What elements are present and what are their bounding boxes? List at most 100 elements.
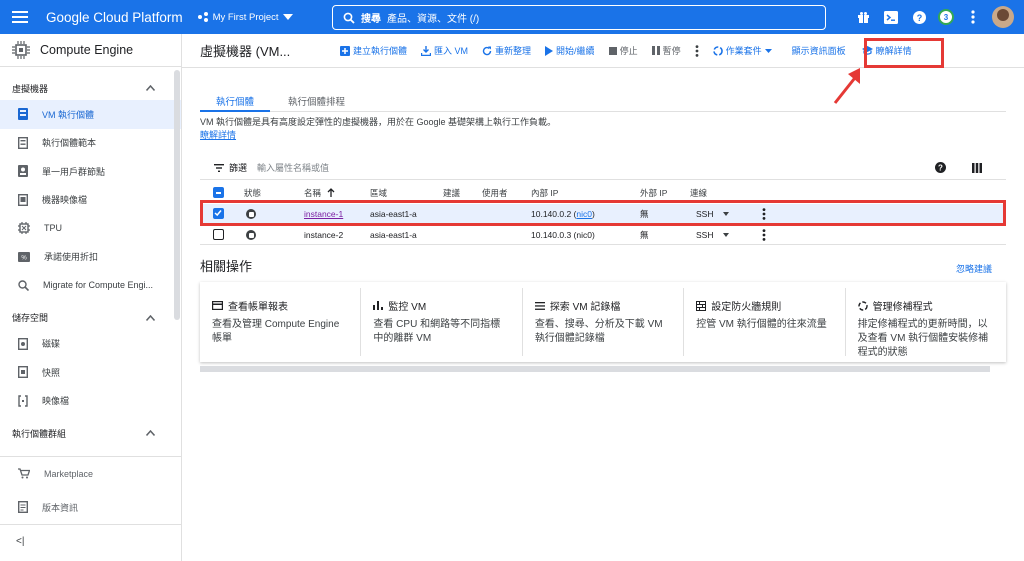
- stop-button[interactable]: 停止: [608, 44, 638, 57]
- ops-suite-menu[interactable]: 作業套件: [712, 44, 772, 57]
- header-name[interactable]: 名稱: [304, 187, 335, 199]
- sidebar-item-release-notes[interactable]: 版本資訊: [0, 490, 181, 524]
- collapse-sidebar-button[interactable]: <|: [0, 524, 181, 558]
- help-icon[interactable]: ?: [910, 8, 928, 26]
- sidebar-item-disks[interactable]: 磁碟: [0, 330, 181, 359]
- vm-instance-icon: [18, 108, 28, 121]
- tab-instances[interactable]: 執行個體: [216, 94, 254, 108]
- table-row[interactable]: instance-1 asia-east1-a 10.140.0.2 (nic0…: [200, 204, 1006, 224]
- more-vert-icon[interactable]: [964, 8, 982, 26]
- chevron-down-icon: [764, 48, 772, 53]
- product-title: Compute Engine: [40, 43, 134, 57]
- header-zone[interactable]: 區域: [370, 187, 387, 199]
- header-connect[interactable]: 連線: [690, 187, 707, 199]
- header-external-ip[interactable]: 外部 IP: [640, 187, 667, 199]
- status-stopped-icon: [246, 230, 256, 240]
- sidebar-item-migrate[interactable]: Migrate for Compute Engi...: [0, 271, 181, 300]
- sidebar-item-images[interactable]: 映像檔: [0, 387, 181, 416]
- header-status[interactable]: 狀態: [244, 187, 261, 199]
- horizontal-scrollbar[interactable]: [200, 366, 990, 372]
- header-used-by[interactable]: 使用者: [482, 187, 508, 199]
- sidebar-item-label: 快照: [42, 367, 61, 378]
- button-label: 暫停: [662, 46, 681, 56]
- sidebar-item-cud[interactable]: % 承諾使用折扣: [0, 243, 181, 272]
- header-internal-ip[interactable]: 內部 IP: [531, 187, 558, 199]
- import-vm-button[interactable]: 匯入 VM: [421, 44, 468, 57]
- section-instance-groups[interactable]: 執行個體群組: [0, 421, 181, 445]
- row-checkbox[interactable]: [213, 229, 224, 240]
- learn-more-link[interactable]: 瞭解詳情: [200, 130, 236, 140]
- hamburger-menu-icon[interactable]: [12, 11, 34, 23]
- card-logs[interactable]: 探索 VM 記錄檔 查看、搜尋、分析及下載 VM 執行個體記錄檔: [523, 288, 685, 356]
- section-storage[interactable]: 儲存空間: [0, 306, 181, 330]
- action-toolbar: 虛擬機器 (VM... 建立執行個體 匯入 VM 重新整理 開始/繼續 停止 暫…: [182, 34, 1024, 68]
- row-more-icon[interactable]: [762, 208, 766, 220]
- gift-icon[interactable]: [854, 8, 872, 26]
- ssh-dropdown-icon[interactable]: [723, 212, 729, 216]
- project-selector[interactable]: My First Project: [197, 11, 293, 23]
- select-all-checkbox[interactable]: [213, 187, 224, 198]
- image-icon: [18, 395, 28, 407]
- sidebar-item-label: TPU: [44, 223, 62, 234]
- sidebar-scrollbar[interactable]: [174, 70, 180, 320]
- start-resume-button[interactable]: 開始/繼續: [545, 44, 595, 57]
- instance-name-link[interactable]: instance-2: [304, 230, 343, 240]
- button-label: 匯入 VM: [434, 46, 469, 56]
- row-more-icon[interactable]: [762, 229, 766, 241]
- ssh-button[interactable]: SSH: [696, 209, 713, 219]
- sidebar-item-sole-tenant[interactable]: 單一用戶群節點: [0, 157, 181, 186]
- page-description: VM 執行個體是具有高度設定彈性的虛擬機器，用於在 Google 基礎架構上執行…: [200, 116, 560, 142]
- brand-title[interactable]: Google Cloud Platform: [46, 10, 183, 25]
- notification-badge[interactable]: 3: [938, 9, 954, 25]
- more-actions-button[interactable]: [695, 44, 699, 57]
- nic-link[interactable]: nic0: [576, 209, 592, 219]
- sidebar-item-snapshots[interactable]: 快照: [0, 358, 181, 387]
- sidebar-item-templates[interactable]: 執行個體範本: [0, 129, 181, 158]
- row-checkbox[interactable]: [213, 208, 224, 219]
- header-recommendation[interactable]: 建議: [443, 187, 460, 199]
- page-title: 虛擬機器 (VM...: [200, 44, 291, 59]
- sidebar-item-vm-instances[interactable]: VM 執行個體: [0, 100, 181, 129]
- button-label: 建立執行個體: [353, 46, 408, 56]
- card-patch[interactable]: 管理修補程式 排定修補程式的更新時間，以及查看 VM 執行個體安裝修補程式的狀態: [846, 288, 1006, 358]
- sidebar-item-marketplace[interactable]: Marketplace: [0, 456, 181, 490]
- ssh-button[interactable]: SSH: [696, 230, 713, 240]
- create-instance-button[interactable]: 建立執行個體: [340, 44, 407, 57]
- tab-instance-schedules[interactable]: 執行個體排程: [288, 94, 345, 108]
- suspend-button[interactable]: 暫停: [651, 44, 681, 57]
- cloud-shell-icon[interactable]: [882, 8, 900, 26]
- learn-more-button[interactable]: 瞭解詳情: [861, 44, 912, 57]
- button-label: 停止: [619, 46, 638, 56]
- ssh-dropdown-icon[interactable]: [723, 233, 729, 237]
- chevron-up-icon: [146, 430, 155, 436]
- pause-icon: [651, 46, 660, 55]
- sidebar-item-label: 執行個體範本: [42, 138, 97, 149]
- disk-icon: [18, 337, 28, 350]
- collapse-icon: <|: [16, 536, 25, 547]
- card-billing[interactable]: 查看帳單報表 查看及管理 Compute Engine 帳單: [200, 288, 362, 356]
- column-display-icon[interactable]: [972, 162, 983, 173]
- card-desc: 查看 CPU 和網路等不同指標中的離群 VM: [373, 319, 501, 344]
- dismiss-suggestions-link[interactable]: 忽略建議: [956, 262, 992, 275]
- table-row[interactable]: instance-2 asia-east1-a 10.140.0.3 (nic0…: [200, 225, 1006, 245]
- filter-icon[interactable]: [214, 163, 224, 172]
- instance-name-link[interactable]: instance-1: [304, 209, 343, 219]
- sole-tenant-icon: [18, 165, 28, 178]
- search-label: 搜尋: [361, 14, 381, 25]
- help-icon[interactable]: ?: [935, 162, 947, 173]
- refresh-button[interactable]: 重新整理: [482, 44, 531, 57]
- avatar[interactable]: [992, 6, 1014, 28]
- firewall-icon: [696, 300, 707, 311]
- sidebar-item-machine-images[interactable]: 機器映像檔: [0, 186, 181, 215]
- filter-input[interactable]: 輸入屬性名稱或值: [257, 161, 907, 174]
- show-info-panel-button[interactable]: 顯示資訊面板: [792, 44, 846, 57]
- card-firewall[interactable]: 設定防火牆規則 控管 VM 執行個體的往來流量: [684, 288, 846, 356]
- card-monitor[interactable]: 監控 VM 查看 CPU 和網路等不同指標中的離群 VM: [361, 288, 523, 356]
- sidebar-item-tpu[interactable]: TPU: [0, 214, 181, 243]
- nic-link[interactable]: nic0: [576, 230, 592, 240]
- search-bar[interactable]: 搜尋 產品、資源、文件 (/): [332, 5, 826, 30]
- card-desc: 排定修補程式的更新時間，以及查看 VM 執行個體安裝修補程式的狀態: [857, 319, 989, 358]
- section-vm[interactable]: 虛擬機器: [0, 76, 181, 100]
- card-title: 設定防火牆規則: [711, 302, 782, 313]
- card-desc: 控管 VM 執行個體的往來流量: [696, 319, 827, 330]
